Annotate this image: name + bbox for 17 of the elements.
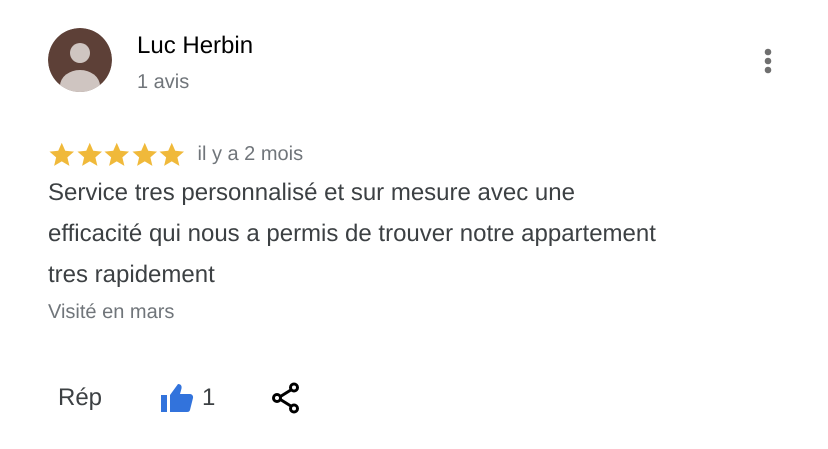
- review-count: 1 avis: [137, 70, 190, 95]
- like-button[interactable]: 1: [160, 383, 216, 413]
- review-date: il y a 2 mois: [198, 143, 304, 166]
- visit-date: Visité en mars: [48, 301, 176, 324]
- star-icon: [130, 141, 158, 168]
- star-icon: [76, 141, 103, 168]
- thumbs-up-icon: [160, 383, 194, 413]
- review-text: Service tres personnalisé et sur mesure avec une efficacité qui nous a permis de trouver notre appartement tres rapidement: [48, 178, 657, 290]
- share-icon[interactable]: [271, 382, 302, 414]
- avatar: [48, 28, 112, 92]
- reply-button[interactable]: Rép: [55, 384, 105, 412]
- star-icon: [103, 141, 130, 168]
- star-icon: [48, 141, 76, 168]
- author-name[interactable]: Luc Herbin: [137, 31, 254, 61]
- more-menu-icon[interactable]: [764, 48, 772, 74]
- like-count: 1: [202, 384, 216, 412]
- star-icon: [158, 141, 186, 168]
